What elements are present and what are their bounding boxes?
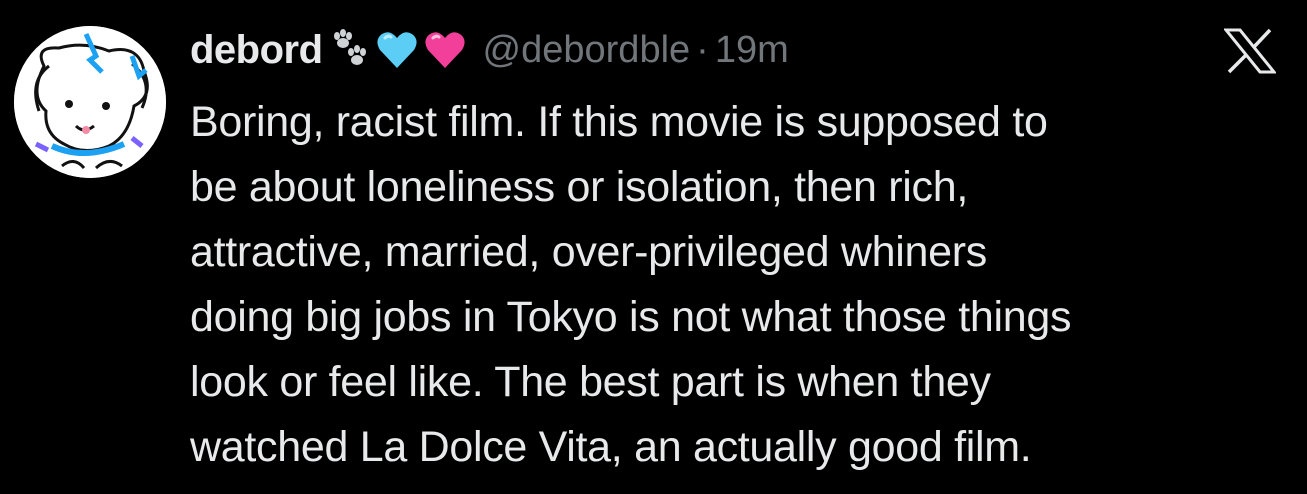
tweet-header: debord @debordble · 19m: [190, 22, 789, 78]
tweet-text-line: Boring, racist film. If this movie is su…: [190, 98, 1048, 146]
user-handle[interactable]: @debordble: [483, 29, 691, 72]
tweet-text-line: watched La Dolce Vita, an actually good …: [190, 423, 1032, 471]
timestamp[interactable]: 19m: [715, 29, 789, 72]
light-blue-heart-emoji-icon: [375, 28, 419, 72]
tweet-text-line: doing big jobs in Tokyo is not what thos…: [190, 293, 1072, 341]
tweet[interactable]: debord @debordble · 19m Boring, racist f…: [0, 0, 1307, 494]
tweet-text-line: attractive, married, over-privileged whi…: [190, 228, 987, 276]
tweet-text: Boring, racist film. If this movie is su…: [190, 90, 1290, 480]
avatar-drawing-icon: [14, 26, 166, 178]
paw-prints-emoji-icon: [327, 28, 371, 72]
tweet-text-line: be about loneliness or isolation, then r…: [190, 163, 969, 211]
pink-heart-emoji-icon: [423, 28, 467, 72]
x-logo-icon[interactable]: [1222, 28, 1278, 74]
display-name[interactable]: debord: [190, 28, 323, 73]
tweet-text-line: look or feel like. The best part is when…: [190, 358, 991, 406]
avatar[interactable]: [14, 26, 166, 178]
separator-dot: ·: [696, 28, 709, 71]
